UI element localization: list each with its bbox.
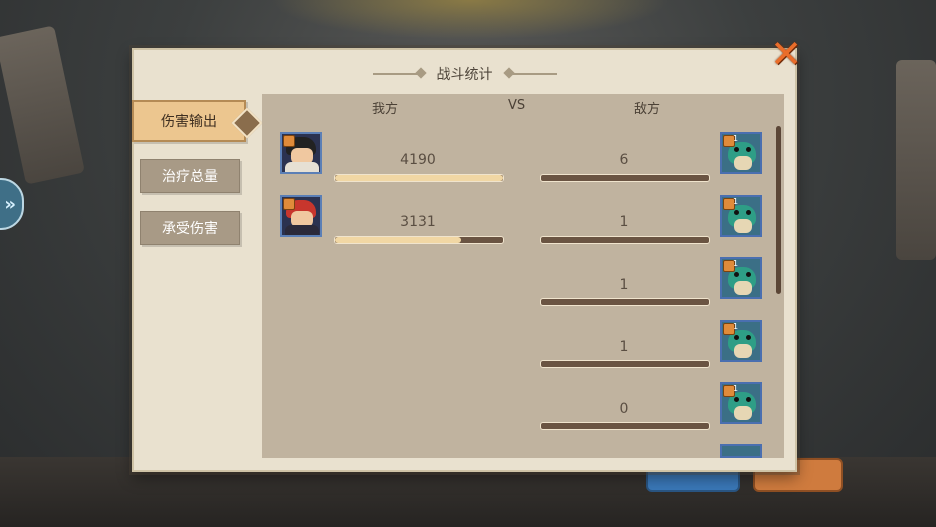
enemy-level: 1 — [733, 197, 739, 206]
tab-label: 治疗总量 — [162, 169, 218, 185]
enemy-header: 敌方 — [634, 102, 661, 117]
enemy-dino-avatar[interactable] — [720, 444, 762, 458]
ally-damage-bar-fill — [335, 237, 461, 243]
enemy-level: 1 — [733, 134, 739, 143]
enemy-damage-value: 1 — [619, 277, 629, 293]
enemy-damage-bar — [540, 360, 710, 368]
stats-scrollbar[interactable] — [776, 126, 781, 294]
ally-damage-bar — [334, 174, 504, 182]
enemy-dino-avatar[interactable]: 1 — [720, 382, 762, 424]
side-expand-button[interactable]: » — [0, 178, 24, 230]
background-ruin-pillar — [0, 25, 85, 185]
enemy-level: 1 — [733, 259, 739, 268]
title-ornament — [506, 73, 557, 75]
enemy-damage-value: 0 — [619, 401, 629, 417]
enemy-dino-avatar[interactable]: 1 — [720, 320, 762, 362]
background-emblem — [270, 0, 670, 40]
ally-damage-bar — [334, 236, 504, 244]
enemy-level: 1 — [733, 384, 739, 393]
ally-damage-bar-fill — [335, 175, 503, 181]
vs-header: VS — [508, 98, 526, 113]
ally-hero-avatar[interactable] — [280, 132, 322, 174]
tab-healing-total[interactable]: 治疗总量 — [140, 159, 240, 193]
enemy-damage-value: 1 — [619, 214, 629, 230]
enemy-level: 1 — [733, 322, 739, 331]
enemy-damage-value: 1 — [619, 339, 629, 355]
enemy-damage-value: 6 — [619, 152, 629, 168]
ally-hero-avatar[interactable] — [280, 195, 322, 237]
title-ornament — [372, 73, 423, 75]
panel-title: 战斗统计 — [436, 67, 493, 83]
tab-label: 伤害输出 — [161, 114, 217, 130]
enemy-dino-avatar[interactable]: 1 — [720, 132, 762, 174]
tab-damage-taken[interactable]: 承受伤害 — [140, 211, 240, 245]
enemy-damage-bar — [540, 298, 710, 306]
enemy-dino-avatar[interactable]: 1 — [720, 195, 762, 237]
enemy-dino-avatar[interactable]: 1 — [720, 257, 762, 299]
title-bar: 战斗统计 — [134, 62, 795, 86]
rank-badge — [283, 198, 295, 210]
close-icon: ✕ — [770, 32, 802, 76]
rank-badge — [283, 135, 295, 147]
ally-header: 我方 — [372, 102, 399, 117]
tab-damage-output[interactable]: 伤害输出 — [132, 100, 263, 142]
enemy-damage-bar — [540, 236, 710, 244]
ally-damage-value: 4190 — [400, 152, 436, 168]
enemy-damage-bar — [540, 174, 710, 182]
double-chevron-right-icon: » — [4, 193, 16, 215]
tab-label: 承受伤害 — [162, 221, 218, 237]
background-ruin-pillar — [896, 60, 936, 260]
ally-damage-value: 3131 — [400, 214, 436, 230]
stats-list[interactable]: 我方 VS 敌方 4190 3131 6 1 1 1 1 1 1 1 0 1 — [262, 94, 784, 458]
enemy-damage-bar — [540, 422, 710, 430]
close-button[interactable]: ✕ — [764, 32, 808, 76]
